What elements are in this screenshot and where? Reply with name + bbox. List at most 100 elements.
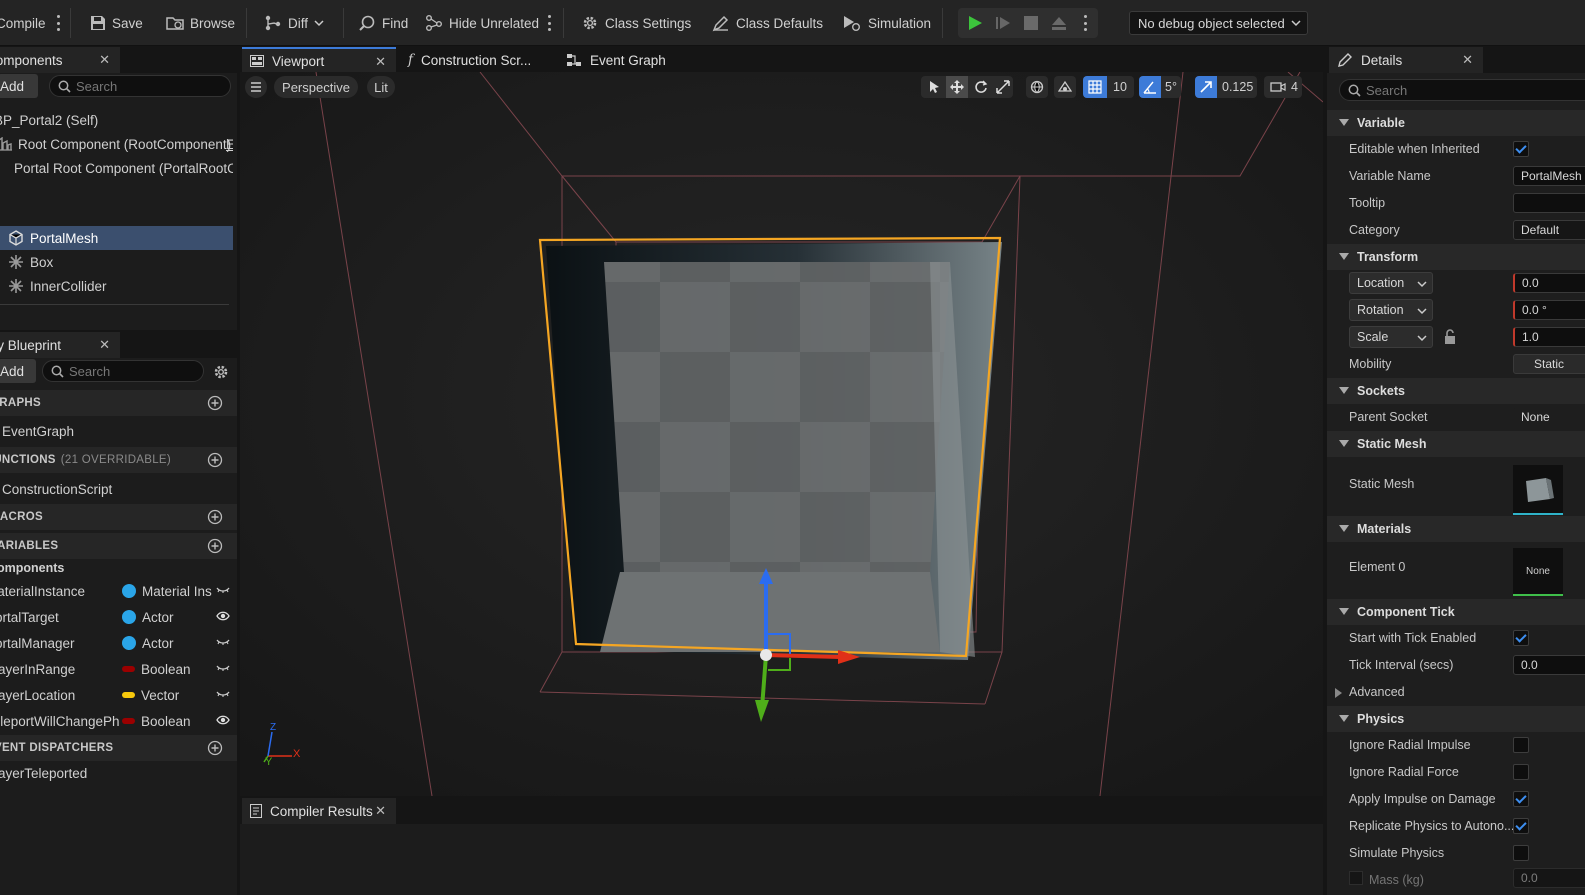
class-defaults-button[interactable]: Class Defaults bbox=[712, 10, 823, 36]
components-search-input[interactable]: Search bbox=[49, 75, 231, 97]
macros-header[interactable]: MACROS bbox=[0, 504, 237, 530]
scale-tool-icon[interactable] bbox=[996, 80, 1010, 94]
lit-mode-button[interactable]: Lit bbox=[367, 76, 395, 98]
world-local-toggle[interactable] bbox=[1026, 76, 1048, 98]
details-section-variable[interactable]: Variable bbox=[1327, 110, 1585, 136]
details-section-materials[interactable]: Materials bbox=[1327, 516, 1585, 542]
variable-item[interactable]: TeleportWillChangePh Boolean bbox=[0, 708, 237, 734]
translate-tool-icon[interactable] bbox=[950, 80, 964, 94]
add-function-icon[interactable] bbox=[207, 452, 223, 468]
surface-snap-toggle[interactable] bbox=[1054, 76, 1076, 98]
play-icon[interactable] bbox=[967, 15, 983, 31]
tree-item-self[interactable]: BP_Portal2 (Self) bbox=[0, 108, 233, 132]
add-dispatcher-icon[interactable] bbox=[207, 740, 223, 756]
browse-button[interactable]: Browse bbox=[166, 10, 235, 36]
location-x-input[interactable]: 0.0 bbox=[1513, 273, 1585, 293]
mobility-static-button[interactable]: Static bbox=[1513, 354, 1585, 374]
close-icon[interactable]: ✕ bbox=[375, 54, 386, 70]
details-search-input[interactable]: Search bbox=[1339, 79, 1585, 101]
start-with-tick-checkbox[interactable] bbox=[1513, 630, 1529, 646]
details-section-physics[interactable]: Physics bbox=[1327, 706, 1585, 732]
dispatcher-item-player-teleported[interactable]: PlayerTeleported bbox=[0, 760, 237, 786]
ignore-radial-force-checkbox[interactable] bbox=[1513, 764, 1529, 780]
parent-socket-field[interactable]: None bbox=[1513, 407, 1585, 427]
debug-object-select[interactable]: No debug object selected bbox=[1129, 11, 1308, 35]
rotation-x-input[interactable]: 0.0 ° bbox=[1513, 300, 1585, 320]
advanced-row[interactable]: Advanced bbox=[1327, 679, 1585, 706]
select-tool-icon[interactable] bbox=[928, 80, 942, 94]
tree-item-portal-root[interactable]: Portal Root Component (PortalRootC bbox=[0, 156, 233, 180]
add-variable-icon[interactable] bbox=[207, 538, 223, 554]
add-member-button[interactable]: Add bbox=[0, 359, 36, 383]
apply-impulse-on-damage-checkbox[interactable] bbox=[1513, 791, 1529, 807]
replicate-physics-checkbox[interactable] bbox=[1513, 818, 1529, 834]
simulate-physics-checkbox[interactable] bbox=[1513, 845, 1529, 861]
lock-icon[interactable] bbox=[1443, 329, 1457, 345]
tab-components[interactable]: Components ✕ bbox=[0, 47, 120, 73]
variable-type[interactable]: Boolean bbox=[122, 714, 191, 729]
add-graph-icon[interactable] bbox=[207, 395, 223, 411]
tab-details[interactable]: Details ✕ bbox=[1329, 47, 1483, 73]
location-dropdown[interactable]: Location bbox=[1349, 272, 1433, 294]
variable-item[interactable]: MaterialInstance Material Ins bbox=[0, 578, 237, 604]
tick-interval-input[interactable]: 0.0 bbox=[1513, 655, 1585, 675]
scale-x-input[interactable]: 1.0 bbox=[1513, 327, 1585, 347]
mass-override-checkbox[interactable] bbox=[1349, 871, 1363, 885]
tab-my-blueprint[interactable]: My Blueprint ✕ bbox=[0, 332, 120, 358]
static-mesh-thumbnail[interactable] bbox=[1513, 465, 1563, 515]
camera-speed-button[interactable]: 4 bbox=[1264, 76, 1302, 98]
variable-item[interactable]: PlayerLocation Vector bbox=[0, 682, 237, 708]
rotate-tool-icon[interactable] bbox=[974, 80, 988, 94]
details-section-transform[interactable]: Transform bbox=[1327, 244, 1585, 270]
variable-type[interactable]: Boolean bbox=[122, 662, 191, 677]
viewport-options-button[interactable] bbox=[245, 76, 267, 98]
variables-header[interactable]: VARIABLES bbox=[0, 533, 237, 559]
compile-options-icon[interactable] bbox=[55, 12, 61, 34]
close-icon[interactable]: ✕ bbox=[99, 52, 110, 68]
function-item-construction-script[interactable]: ConstructionScript bbox=[0, 476, 237, 502]
tab-event-graph[interactable]: Event Graph bbox=[558, 47, 712, 73]
grid-snap-group[interactable]: 10 bbox=[1083, 76, 1134, 98]
tree-item-portal-mesh[interactable]: PortalMesh bbox=[0, 226, 233, 250]
tree-item-inner-collider[interactable]: InnerCollider bbox=[0, 274, 233, 298]
close-icon[interactable]: ✕ bbox=[375, 803, 386, 819]
eye-closed-icon[interactable] bbox=[216, 636, 230, 648]
material-thumbnail[interactable]: None bbox=[1513, 548, 1563, 596]
close-icon[interactable]: ✕ bbox=[99, 337, 110, 353]
eye-closed-icon[interactable] bbox=[216, 688, 230, 700]
viewport-canvas[interactable]: X Y Z Perspective Lit 10 5° 0.125 4 bbox=[240, 72, 1323, 796]
eye-open-icon[interactable] bbox=[216, 610, 230, 622]
add-macro-icon[interactable] bbox=[207, 509, 223, 525]
eye-open-icon[interactable] bbox=[216, 714, 230, 726]
diff-button[interactable]: Diff bbox=[264, 10, 324, 36]
variable-item[interactable]: PortalManager Actor bbox=[0, 630, 237, 656]
functions-header[interactable]: FUNCTIONS (21 OVERRIDABLE) bbox=[0, 447, 237, 473]
play-options-icon[interactable] bbox=[1082, 12, 1088, 34]
edit-in-cpp-link[interactable]: E bbox=[226, 137, 233, 152]
variable-type[interactable]: Actor bbox=[122, 636, 174, 651]
rotation-dropdown[interactable]: Rotation bbox=[1349, 299, 1433, 321]
close-icon[interactable]: ✕ bbox=[1462, 52, 1473, 68]
rotation-snap-group[interactable]: 5° bbox=[1139, 76, 1181, 98]
details-section-sockets[interactable]: Sockets bbox=[1327, 378, 1585, 404]
perspective-button[interactable]: Perspective bbox=[274, 76, 358, 98]
save-button[interactable]: Save bbox=[90, 10, 143, 36]
variable-name-input[interactable]: PortalMesh bbox=[1513, 166, 1585, 186]
details-section-static-mesh[interactable]: Static Mesh bbox=[1327, 431, 1585, 457]
step-icon[interactable] bbox=[995, 15, 1013, 31]
variable-type[interactable]: Vector bbox=[122, 688, 179, 703]
variable-type[interactable]: Material Ins bbox=[122, 584, 212, 599]
tab-compiler-results[interactable]: Compiler Results ✕ bbox=[242, 798, 396, 824]
tree-item-box[interactable]: Box bbox=[0, 250, 233, 274]
blueprint-search-input[interactable]: Search bbox=[42, 360, 204, 382]
simulation-button[interactable]: Simulation bbox=[842, 10, 931, 36]
variable-type[interactable]: Actor bbox=[122, 610, 174, 625]
scale-dropdown[interactable]: Scale bbox=[1349, 326, 1433, 348]
eye-closed-icon[interactable] bbox=[216, 662, 230, 674]
tooltip-input[interactable] bbox=[1513, 193, 1585, 213]
graph-item-eventgraph[interactable]: EventGraph bbox=[0, 418, 237, 444]
details-section-component-tick[interactable]: Component Tick bbox=[1327, 599, 1585, 625]
stop-icon[interactable] bbox=[1024, 16, 1038, 30]
variable-category-components[interactable]: Components bbox=[0, 558, 237, 578]
editable-when-inherited-checkbox[interactable] bbox=[1513, 141, 1529, 157]
